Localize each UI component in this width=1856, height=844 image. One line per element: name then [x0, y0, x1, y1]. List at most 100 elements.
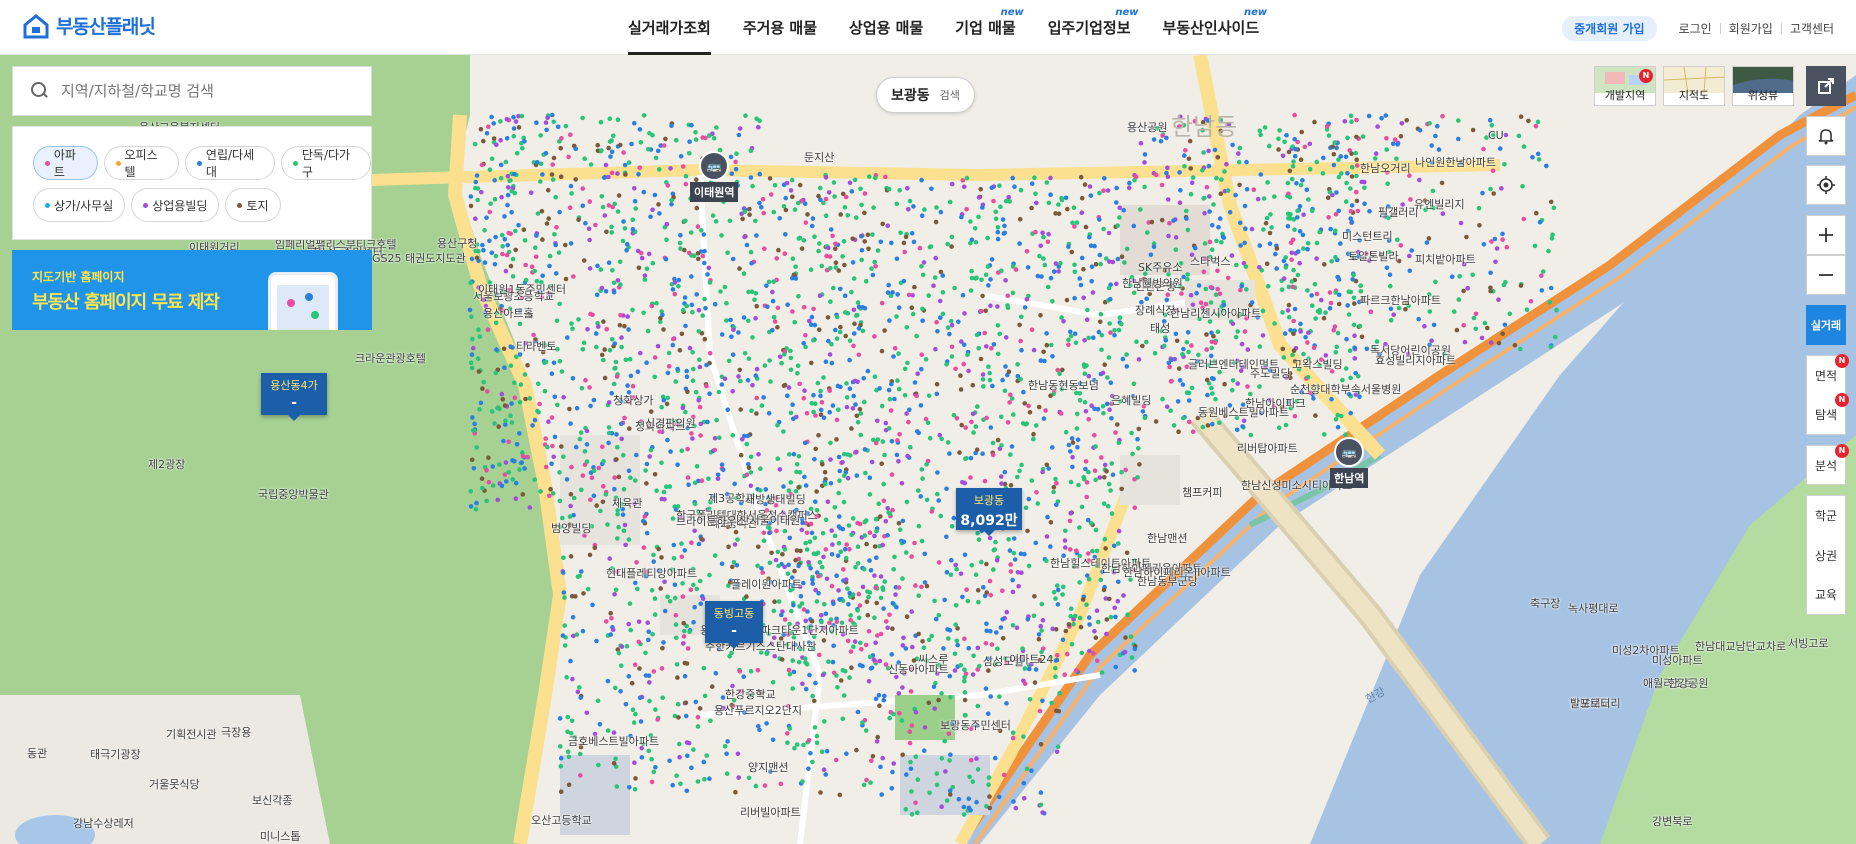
support-link[interactable]: 고객센터	[1782, 20, 1842, 37]
map-type-development[interactable]: 개발지역 N	[1594, 66, 1656, 106]
filter-row-house[interactable]: 연립/다세대	[185, 146, 276, 180]
nav-tenant-info[interactable]: 입주기업정보 new	[1032, 0, 1147, 55]
transaction-dot	[936, 560, 942, 565]
signup-link[interactable]: 회원가입	[1721, 20, 1781, 37]
zoom-out-button[interactable]	[1806, 255, 1846, 295]
filter-apartment[interactable]: 아파트	[33, 146, 98, 180]
brand-logo[interactable]: 부동산플래닛	[22, 12, 156, 39]
area-badge-bogwangdong[interactable]: 보광동 8,092만	[956, 488, 1022, 536]
nav-commercial[interactable]: 상업용 매물	[833, 0, 939, 55]
transaction-dot	[976, 599, 981, 605]
transaction-dot	[643, 650, 648, 656]
transaction-dot	[691, 747, 696, 752]
location-search-button[interactable]: 검색	[940, 87, 960, 103]
transaction-dot	[704, 753, 709, 758]
transaction-dot	[1092, 468, 1098, 474]
transaction-dot	[1038, 358, 1044, 363]
current-location-button[interactable]	[1806, 165, 1846, 205]
transaction-dot	[1537, 219, 1543, 225]
transaction-dot	[651, 769, 657, 775]
transaction-dot	[859, 247, 865, 253]
transaction-dot	[1518, 346, 1523, 352]
station-marker-hannam[interactable]: 🚌 한남역	[1330, 437, 1369, 488]
real-trade-layer-button[interactable]: 실거래	[1806, 305, 1846, 345]
transaction-dot	[1011, 550, 1017, 556]
transaction-dot	[1050, 299, 1055, 304]
transaction-dot	[832, 194, 837, 199]
filter-shop-office[interactable]: 상가/사무실	[33, 188, 126, 222]
transaction-dot	[939, 436, 944, 442]
nav-inside[interactable]: 부동산인사이드 new	[1147, 0, 1276, 55]
login-link[interactable]: 로그인	[1671, 20, 1720, 37]
transaction-dot	[613, 685, 618, 691]
transaction-dot	[1535, 151, 1541, 157]
area-badge-dongbinggodong[interactable]: 동빙고동 -	[705, 601, 763, 649]
filter-officetel[interactable]: 오피스텔	[103, 146, 180, 180]
transaction-dot	[875, 248, 881, 253]
join-agent-button[interactable]: 중개회원 가입	[1562, 16, 1657, 41]
filter-commercial-building[interactable]: 상업용빌딩	[131, 188, 220, 222]
transaction-dot	[855, 419, 861, 425]
transaction-dot	[1347, 348, 1353, 354]
transaction-dot	[680, 164, 686, 169]
nav-corporate[interactable]: 기업 매물 new	[939, 0, 1031, 55]
transaction-dot	[985, 235, 990, 241]
nav-real-trade[interactable]: 실거래가조회	[612, 0, 727, 55]
filter-land[interactable]: 토지	[225, 188, 281, 222]
station-marker-itaewon[interactable]: 🚌 이태원역	[690, 151, 739, 202]
transaction-dot	[680, 581, 685, 586]
transaction-dot	[661, 640, 666, 645]
commercial-area-button[interactable]: 상권	[1806, 535, 1846, 575]
transaction-dot	[576, 317, 581, 322]
transaction-dot	[566, 154, 571, 160]
school-district-button[interactable]: 학군	[1806, 495, 1846, 535]
map-type-cadastral[interactable]: 지적도	[1663, 66, 1725, 106]
transaction-dot	[680, 594, 686, 599]
transaction-dot	[1344, 336, 1349, 342]
homepage-promo-banner[interactable]: 지도기반 홈페이지 부동산 홈페이지 무료 제작	[12, 250, 372, 330]
transaction-dot	[683, 323, 688, 329]
map-type-satellite[interactable]: 위성뷰	[1732, 66, 1794, 106]
analysis-layer-button[interactable]: 분석 N	[1806, 444, 1849, 485]
transaction-dot	[807, 672, 812, 678]
transaction-dot	[1087, 234, 1092, 240]
transaction-dot	[758, 466, 763, 472]
area-badge-yongsandong4ga[interactable]: 용산동4가 -	[261, 373, 327, 421]
transaction-dot	[1177, 170, 1182, 175]
location-search-tag[interactable]: 보광동 검색	[876, 77, 975, 113]
area-layer-button[interactable]: 면적 N	[1806, 354, 1849, 395]
explore-layer-button[interactable]: 탐색 N	[1806, 393, 1849, 435]
transaction-dot	[569, 191, 574, 196]
transaction-dot	[1093, 477, 1098, 483]
nav-residential[interactable]: 주거용 매물	[727, 0, 833, 55]
map-place-label: 체육관	[612, 497, 643, 510]
education-button[interactable]: 교육	[1806, 575, 1846, 615]
transaction-dot	[1230, 321, 1236, 327]
transaction-dot	[810, 581, 815, 586]
transaction-dot	[1038, 742, 1044, 747]
transaction-dot	[1062, 672, 1067, 677]
transaction-dot	[1235, 381, 1240, 386]
dot-icon	[197, 160, 202, 166]
transaction-dot	[880, 439, 886, 444]
transaction-dot	[514, 151, 520, 156]
zoom-in-button[interactable]	[1806, 215, 1846, 255]
map-place-label: 이태원1동주민센터	[478, 283, 566, 296]
transaction-dot	[1422, 323, 1427, 329]
filter-detached[interactable]: 단독/다가구	[281, 146, 371, 180]
transaction-dot	[484, 468, 489, 473]
transaction-dot	[1235, 329, 1240, 334]
transaction-dot	[626, 537, 632, 542]
transaction-dot	[802, 656, 808, 661]
share-button[interactable]	[1806, 66, 1846, 106]
transaction-dot	[1354, 157, 1359, 162]
notification-button[interactable]	[1806, 116, 1846, 156]
transaction-dot	[916, 593, 921, 598]
search-input[interactable]	[61, 82, 361, 100]
transaction-dot	[810, 759, 815, 765]
transaction-dot	[615, 209, 621, 214]
transaction-dot	[743, 113, 748, 118]
transaction-dot	[875, 437, 881, 442]
transaction-dot	[962, 690, 968, 695]
transaction-dot	[841, 693, 847, 698]
